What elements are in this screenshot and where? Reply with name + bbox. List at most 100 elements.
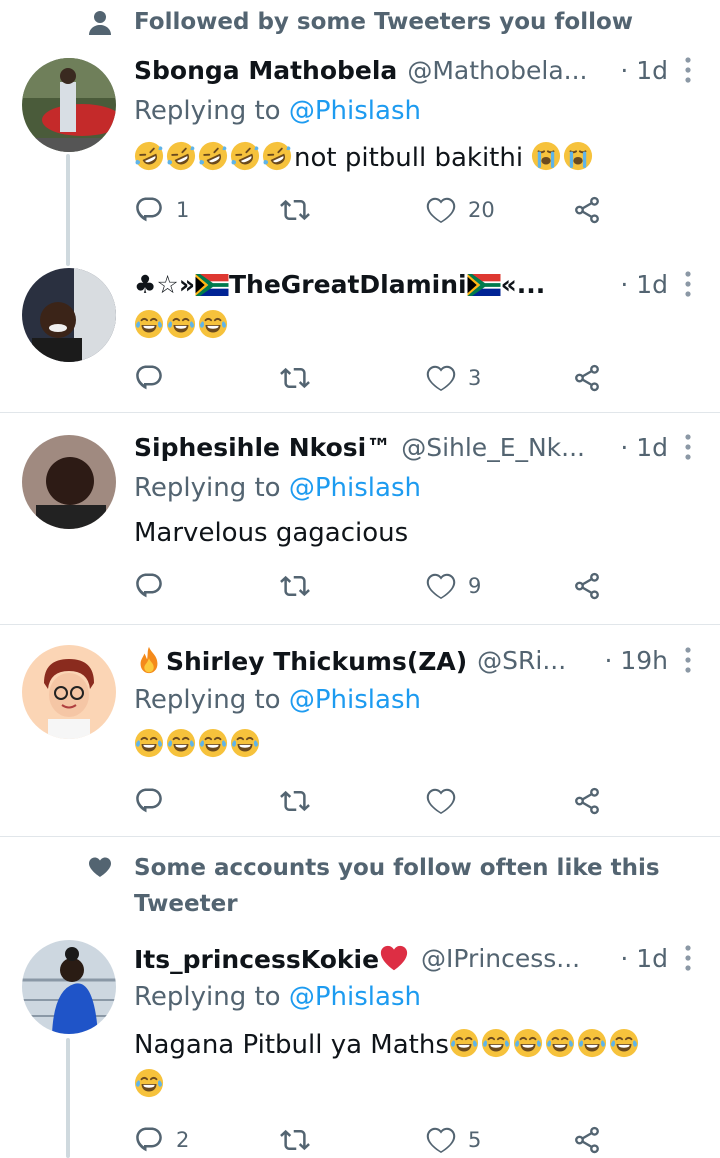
fire-emoji-icon [134,645,164,675]
replying-prefix: Replying to [134,982,289,1012]
joy-emoji-icon [577,1028,607,1058]
retweet-icon [280,363,310,393]
joy-emoji-icon [609,1028,639,1058]
timestamp[interactable]: · 1d [620,944,668,973]
display-name[interactable]: ♣☆» TheGreatDlamini «... [134,270,545,299]
mention-link[interactable]: @Phislash [289,982,421,1012]
avatar[interactable] [22,58,116,152]
joy-emoji-icon [449,1028,479,1058]
replying-to: Replying to @Phislash [134,96,421,126]
like-icon [426,571,456,601]
tweet-actions: 9 [134,566,608,606]
user-handle[interactable]: @SRi... [477,646,566,675]
joy-emoji-icon [166,728,196,758]
joy-emoji-icon [198,309,228,339]
thread-line [66,1038,70,1158]
reply-button[interactable] [134,781,176,821]
avatar[interactable] [22,268,116,362]
person-icon [0,4,134,36]
sob-emoji-icon [531,141,561,171]
tweet[interactable]: Siphesihle Nkosi™ @Sihle_E_Nk... · 1d Re… [0,413,720,625]
avatar[interactable] [22,940,116,1034]
retweet-button[interactable] [280,358,322,398]
avatar[interactable] [22,645,116,739]
like-button[interactable]: 9 [426,566,481,606]
avatar[interactable] [22,435,116,529]
more-options-icon[interactable] [668,55,708,85]
tweet[interactable]: Its_princessKokie @IPrincess... · 1d Rep… [0,938,720,1158]
share-icon [572,363,602,393]
tweet-actions [134,781,608,821]
more-options-icon[interactable] [668,432,708,462]
user-handle[interactable]: @IPrincess... [421,944,580,973]
tweet[interactable]: ♣☆» TheGreatDlamini «... · 1d 3 [0,264,720,413]
display-name[interactable]: Sbonga Mathobela [134,56,397,85]
like-button[interactable]: 5 [426,1120,481,1158]
tweet-header: Sbonga Mathobela @Mathobela... · 1d [134,50,708,90]
tweet[interactable]: Shirley Thickums(ZA) @SRi... · 19h Reply… [0,625,720,837]
more-options-icon[interactable] [668,269,708,299]
timestamp[interactable]: · 1d [620,270,668,299]
joy-emoji-icon [134,309,164,339]
display-name[interactable]: Its_princessKokie [134,943,411,974]
replying-to: Replying to @Phislash [134,685,421,715]
tweet[interactable]: Sbonga Mathobela @Mathobela... · 1d Repl… [0,50,720,266]
mention-link[interactable]: @Phislash [289,96,421,126]
reply-count: 1 [176,198,190,222]
tweet-text: Nagana Pitbull ya Maths [134,1025,700,1105]
like-button[interactable]: 20 [426,190,495,230]
display-name-suffix: «... [500,269,546,299]
retweet-button[interactable] [280,190,322,230]
replying-to: Replying to @Phislash [134,473,421,503]
rofl-emoji-icon [230,141,260,171]
like-button[interactable] [426,781,468,821]
like-icon [426,1125,456,1155]
tweet-header: ♣☆» TheGreatDlamini «... · 1d [134,264,708,304]
timestamp[interactable]: · 1d [620,433,668,462]
retweet-button[interactable] [280,1120,322,1158]
retweet-button[interactable] [280,566,322,606]
tweet-text-content: not pitbull bakithi [294,143,524,173]
heart-filled-icon [0,850,134,878]
user-handle[interactable]: @Sihle_E_Nk... [401,433,585,462]
tweet-text: Marvelous gagacious [134,518,409,548]
timestamp[interactable]: · 1d [620,56,668,85]
more-options-icon[interactable] [668,645,708,675]
mention-link[interactable]: @Phislash [289,685,421,715]
rofl-emoji-icon [166,141,196,171]
share-button[interactable] [572,190,602,230]
context-followed-by: Followed by some Tweeters you follow [0,4,720,40]
display-name[interactable]: Siphesihle Nkosi™ [134,433,391,462]
share-button[interactable] [572,1120,602,1158]
share-icon [572,571,602,601]
rofl-emoji-icon [262,141,292,171]
tweet-text: not pitbull bakithi [134,138,700,178]
reply-button[interactable]: 1 [134,190,189,230]
like-count: 20 [468,198,495,222]
context-text: Some accounts you follow often like this… [134,855,660,917]
replying-prefix: Replying to [134,96,289,126]
like-count: 5 [468,1128,482,1152]
user-handle[interactable]: @Mathobela... [407,56,587,85]
more-options-icon[interactable] [668,943,708,973]
like-count: 3 [468,366,482,390]
tweet-actions: 2 5 [134,1120,608,1158]
reply-button[interactable] [134,566,176,606]
reply-button[interactable]: 2 [134,1120,189,1158]
mention-link[interactable]: @Phislash [289,473,421,503]
tweet-header: Its_princessKokie @IPrincess... · 1d [134,938,708,978]
share-icon [572,1125,602,1155]
reply-icon [134,786,164,816]
display-name[interactable]: Shirley Thickums(ZA) [134,645,467,676]
reply-icon [134,195,164,225]
share-button[interactable] [572,358,602,398]
context-accounts-like: Some accounts you follow often like this… [0,850,720,922]
timestamp[interactable]: · 19h [604,646,668,675]
retweet-button[interactable] [280,781,322,821]
like-button[interactable]: 3 [426,358,481,398]
reply-button[interactable] [134,358,176,398]
sob-emoji-icon [563,141,593,171]
share-button[interactable] [572,566,602,606]
share-button[interactable] [572,781,602,821]
joy-emoji-icon [481,1028,511,1058]
